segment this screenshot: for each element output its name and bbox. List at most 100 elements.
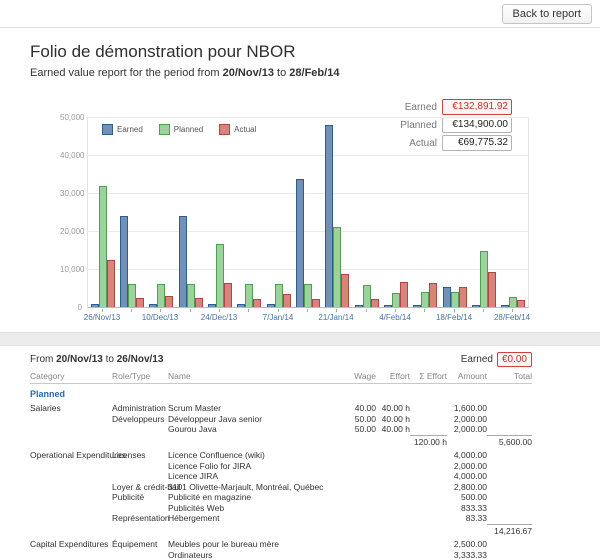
table-cell: Publicité en magazine [168,492,344,503]
legend-item-actual[interactable]: Actual [219,124,256,135]
table-cell [487,550,532,560]
col-sigma-effort: Σ Effort [410,371,447,381]
table-cell: Meubles pour le bureau mère [168,539,344,550]
table-cell [376,550,410,560]
bar-actual [107,260,115,307]
table-row: Gourou Java50.0040.00 h2,000.00 [30,424,532,435]
x-axis-tick [160,309,161,312]
x-axis-tick-label: 26/Nov/13 [74,313,130,323]
page-subtitle: Earned value report for the period from … [30,67,600,79]
bar-earned [267,304,275,307]
x-axis-tick-label: 7/Jan/14 [250,313,306,323]
period-end-date: 28/Feb/14 [289,67,339,79]
section-title-planned: Planned [30,388,532,400]
legend-item-planned[interactable]: Planned [159,124,203,135]
table-row: DéveloppeursDéveloppeur Java senior50.00… [30,414,532,425]
x-axis-tick-label: 4/Feb/14 [367,313,423,323]
chart-legend: Earned Planned Actual [102,124,256,135]
table-cell: Ordinateurs [168,550,344,560]
table-cell [112,471,168,482]
table-cell [376,513,410,524]
table-cell [410,482,447,493]
bar-earned [208,304,216,307]
earned-value-chart: EarnedPlannedActual 010,00020,00030,0004… [60,113,600,325]
bar-actual [371,299,379,307]
table-cell: Développeurs [112,414,168,425]
table-cell [30,471,112,482]
chart-gridline [88,193,528,194]
bar-planned [363,285,371,307]
table-header-row: Category Role/Type Name Wage Effort Σ Ef… [30,371,532,384]
table-cell: Administration [112,403,168,414]
table-cell [344,550,376,560]
table-cell: Licenses [112,450,168,461]
bar-actual [488,272,496,307]
bar-earned [237,304,245,307]
x-axis-tick-label: 28/Feb/14 [484,313,540,323]
table-earned-value: €0.00 [497,352,532,367]
table-cell [344,524,376,537]
y-axis-tick-label: 0 [60,303,82,312]
table-cell: 83.33 [447,513,487,524]
bar-earned [413,305,421,307]
chart-gridline [88,231,528,232]
x-axis-tick-label: 21/Jan/14 [308,313,364,323]
bar-earned [501,305,509,307]
table-cell [410,524,447,537]
table-cell [487,471,532,482]
back-to-report-button[interactable]: Back to report [502,4,592,24]
bar-actual [136,298,144,307]
bar-planned [216,244,224,307]
legend-swatch-icon [102,124,113,135]
table-cell: Capital Expenditures [30,539,112,550]
x-axis-tick-label: 10/Dec/13 [132,313,188,323]
top-bar: Back to report [0,0,600,28]
table-cell [487,403,532,414]
table-cell: Gourou Java [168,424,344,435]
col-category: Category [30,371,112,381]
table-cell [30,435,112,448]
table-cell [376,524,410,537]
table-row: ReprésentationHébergement83.33 [30,513,532,524]
x-axis-tick [248,309,249,312]
x-axis-tick [190,309,191,312]
x-axis-tick [483,309,484,312]
table-cell [30,414,112,425]
table-cell [168,435,344,448]
period-to-word: to [106,354,114,365]
table-cell: Salaries [30,403,112,414]
table-cell: 40.00 h [376,414,410,425]
y-axis-tick-label: 10,000 [60,265,82,274]
table-cell: Développeur Java senior [168,414,344,425]
chart-gridline [88,269,528,270]
bar-actual [429,283,437,307]
table-cell [30,424,112,435]
legend-item-earned[interactable]: Earned [102,124,143,135]
bar-actual [253,299,261,307]
table-row: 120.00 h5,600.00 [30,435,532,448]
table-cell: 4,000.00 [447,471,487,482]
x-axis-tick [512,309,513,312]
bar-planned [99,186,107,307]
table-cell [344,450,376,461]
table-period-label: From 20/Nov/13 to 26/Nov/13 [30,354,163,365]
table-cell: Publicités Web [168,503,344,514]
table-cell [112,435,168,448]
y-axis-tick-label: 50,000 [60,113,82,122]
table-cell [344,492,376,503]
y-axis-tick-label: 20,000 [60,227,82,236]
table-cell: 2,500.00 [447,539,487,550]
table-cell [30,503,112,514]
bar-planned [509,297,517,307]
table-cell: Hébergement [168,513,344,524]
table-cell [112,424,168,435]
table-cell [410,513,447,524]
table-cell [344,482,376,493]
table-earned: Earned €0.00 [461,352,532,367]
table-cell [410,471,447,482]
table-cell [487,461,532,472]
table-cell [376,435,410,448]
table-row: Ordinateurs3,333.33 [30,550,532,560]
table-cell [410,550,447,560]
table-cell: Licence JIRA [168,471,344,482]
